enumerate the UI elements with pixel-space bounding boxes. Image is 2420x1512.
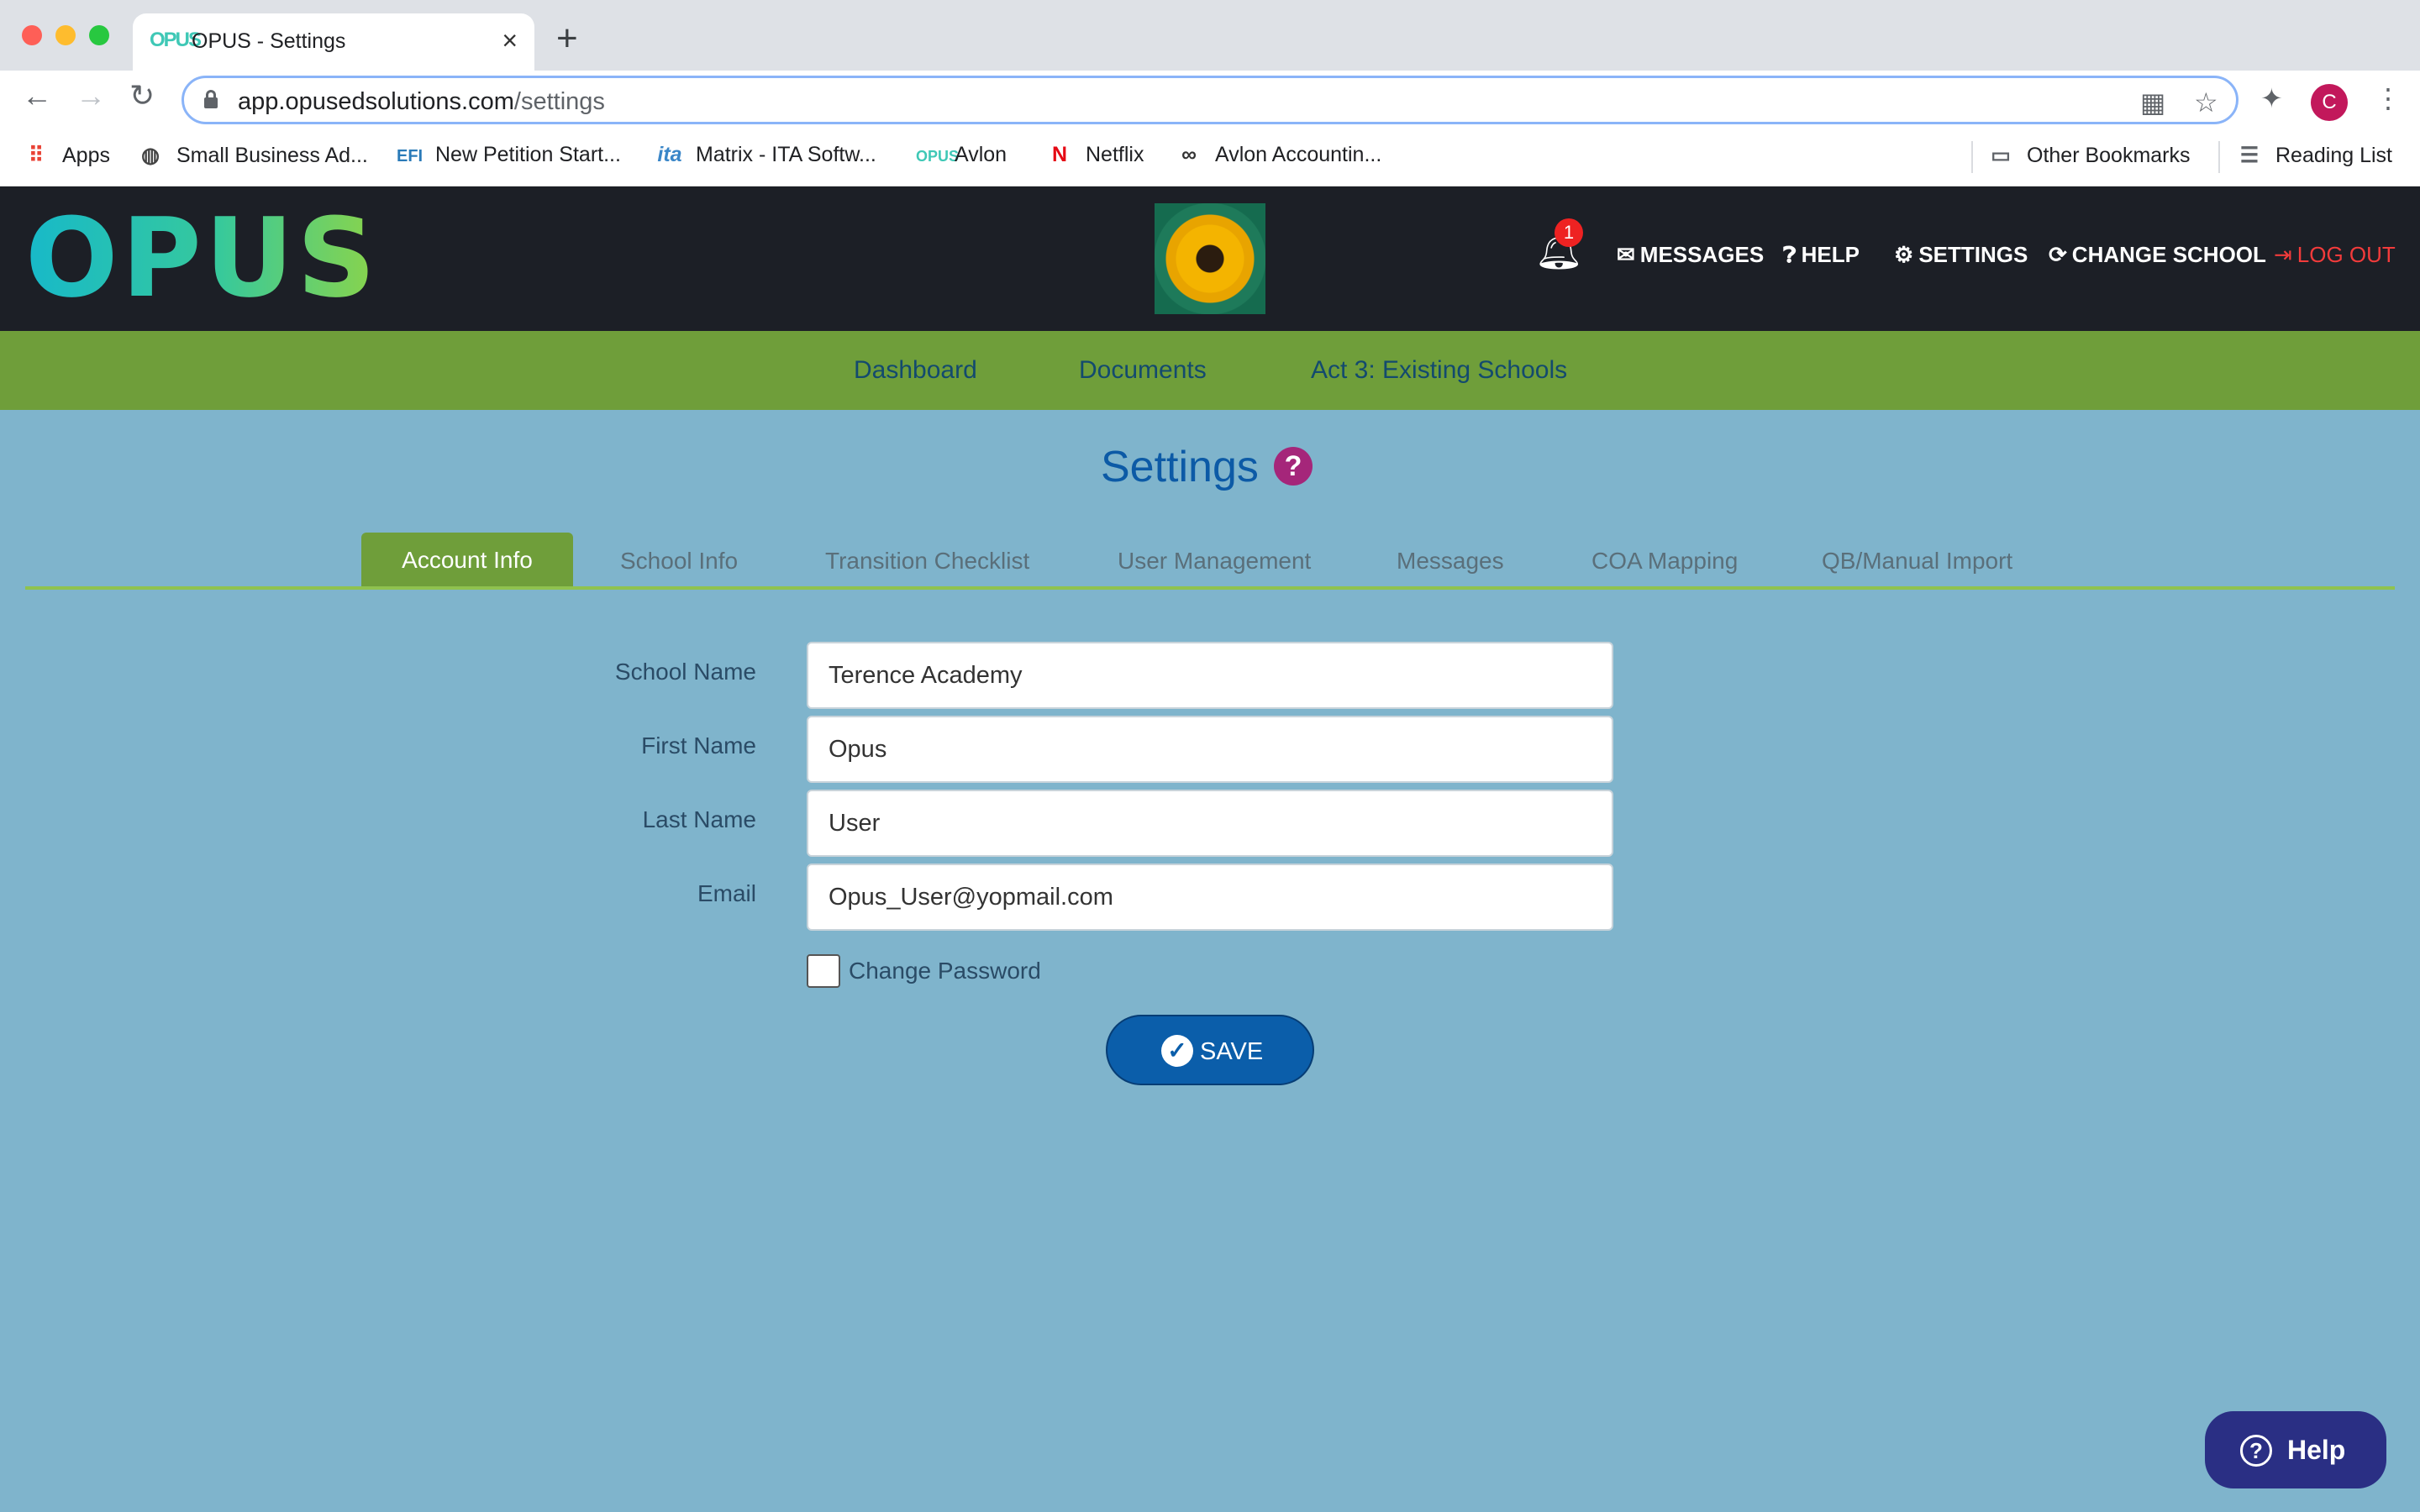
first-name-label: First Name	[641, 732, 756, 759]
window-close-button[interactable]	[22, 25, 42, 45]
bookmark-small-business[interactable]: ◍ Small Business Ad...	[138, 143, 368, 168]
bookmarks-divider	[2218, 141, 2220, 173]
change-password-label[interactable]: Change Password	[849, 958, 1041, 984]
app-header: OPUS 🔔︎ 1 ✉ MESSAGES ❓︎ HELP ⚙ SETTINGS ⟳ CH…	[0, 186, 2420, 331]
bookmark-netflix[interactable]: N Netflix	[1047, 143, 1144, 167]
header-change-school-link[interactable]: ⟳ CHANGE SCHOOL	[2049, 242, 2266, 268]
save-button[interactable]: ✓ SAVE	[1106, 1015, 1314, 1085]
gear-icon: ⚙	[1894, 242, 1914, 267]
header-logout-link[interactable]: ⇥ LOG OUT	[2274, 242, 2396, 268]
ita-icon: ita	[657, 143, 682, 166]
save-label: SAVE	[1200, 1038, 1264, 1065]
url-text[interactable]: app.opusedsolutions.com/settings	[238, 88, 605, 116]
main-nav-bar: Dashboard Documents Act 3: Existing Scho…	[0, 331, 2420, 410]
browser-tab-strip: OPUS OPUS - Settings × +	[0, 0, 2420, 71]
last-name-label: Last Name	[642, 806, 756, 832]
tab-user-management[interactable]: User Management	[1118, 548, 1311, 575]
school-name-input[interactable]	[807, 642, 1613, 709]
apps-grid-icon: ⠿	[28, 144, 45, 167]
bookmark-star-icon[interactable]: ☆	[2194, 87, 2218, 118]
browser-toolbar: ← → ↻ app.opusedsolutions.com/settings ▦…	[0, 71, 2420, 131]
tab-title: OPUS - Settings	[192, 29, 346, 53]
envelope-icon: ✉	[1617, 242, 1635, 267]
opus-logo[interactable]: OPUS	[25, 203, 379, 312]
profile-avatar[interactable]: C	[2311, 84, 2348, 121]
first-name-input[interactable]	[807, 716, 1613, 783]
bookmark-matrix-ita[interactable]: ita Matrix - ITA Softw...	[657, 143, 876, 167]
notification-badge[interactable]: 1	[1555, 218, 1583, 247]
bookmarks-bar: ⠿ Apps ◍ Small Business Ad... EFI New Petit…	[0, 131, 2420, 186]
nav-documents[interactable]: Documents	[1079, 356, 1207, 385]
email-label: Email	[697, 880, 756, 906]
bookmark-new-petition[interactable]: EFI New Petition Start...	[397, 143, 621, 167]
help-widget-button[interactable]: ? Help	[2205, 1411, 2386, 1488]
tab-coa-mapping[interactable]: COA Mapping	[1591, 548, 1738, 575]
bookmarks-divider	[1971, 141, 1973, 173]
bookmark-avlon-accounting[interactable]: ∞ Avlon Accountin...	[1176, 143, 1381, 167]
lock-icon[interactable]	[204, 90, 218, 108]
tab-qb-manual-import[interactable]: QB/Manual Import	[1822, 548, 2012, 575]
reload-icon[interactable]: ↻	[129, 81, 155, 111]
last-name-input[interactable]	[807, 790, 1613, 857]
other-bookmarks[interactable]: ▭ Other Bookmarks	[1988, 143, 2190, 168]
tab-school-info[interactable]: School Info	[620, 548, 738, 575]
bookmark-avlon[interactable]: OPUSAvlon	[916, 143, 1007, 167]
refresh-icon: ⟳	[2049, 242, 2067, 267]
tab-account-info[interactable]: Account Info	[361, 533, 573, 588]
question-circle-icon: ❓︎	[1783, 242, 1797, 267]
tab-messages[interactable]: Messages	[1397, 548, 1504, 575]
tab-close-icon[interactable]: ×	[502, 25, 518, 56]
page-title: Settings	[1101, 443, 1259, 491]
opus-icon: OPUS	[916, 148, 960, 165]
extensions-puzzle-icon[interactable]: ✦	[2260, 82, 2283, 114]
question-help-icon[interactable]: ?	[1274, 447, 1313, 486]
sign-out-icon: ⇥	[2274, 242, 2292, 267]
tabs-underline	[25, 586, 2395, 590]
browser-menu-icon[interactable]: ⋮	[2375, 82, 2402, 114]
header-messages-link[interactable]: ✉ MESSAGES	[1617, 242, 1764, 268]
question-circle-icon: ?	[2240, 1435, 2272, 1467]
change-password-checkbox[interactable]	[807, 954, 840, 988]
nav-act3-existing-schools[interactable]: Act 3: Existing Schools	[1311, 356, 1567, 385]
check-circle-icon: ✓	[1161, 1035, 1193, 1067]
school-name-label: School Name	[614, 659, 756, 685]
window-maximize-button[interactable]	[89, 25, 109, 45]
globe-icon: ◍	[141, 144, 160, 167]
netflix-icon: N	[1051, 143, 1068, 166]
help-widget-label: Help	[2287, 1435, 2346, 1465]
back-arrow-icon[interactable]: ←	[22, 81, 52, 111]
header-settings-link[interactable]: ⚙ SETTINGS	[1894, 242, 2028, 268]
browser-tab[interactable]: OPUS OPUS - Settings ×	[133, 13, 534, 71]
window-minimize-button[interactable]	[55, 25, 76, 45]
header-help-link[interactable]: ❓︎ HELP	[1783, 242, 1860, 269]
address-bar[interactable]: app.opusedsolutions.com/settings ▦ ☆	[182, 76, 2238, 124]
tab-transition-checklist[interactable]: Transition Checklist	[825, 548, 1029, 575]
forward-arrow-icon[interactable]: →	[76, 81, 106, 111]
new-tab-button[interactable]: +	[556, 20, 578, 57]
school-logo-sunflower	[1155, 203, 1265, 314]
folder-icon: ▭	[1991, 144, 2011, 167]
efi-icon: EFI	[397, 147, 424, 165]
binoculars-icon: ∞	[1181, 143, 1197, 166]
email-input[interactable]	[807, 864, 1613, 931]
reading-list-icon: ☰	[2239, 144, 2260, 167]
bookmark-apps[interactable]: ⠿ Apps	[24, 143, 110, 168]
qr-code-icon[interactable]: ▦	[2140, 87, 2165, 118]
reading-list[interactable]: ☰ Reading List	[2237, 143, 2392, 168]
nav-dashboard[interactable]: Dashboard	[854, 356, 977, 385]
